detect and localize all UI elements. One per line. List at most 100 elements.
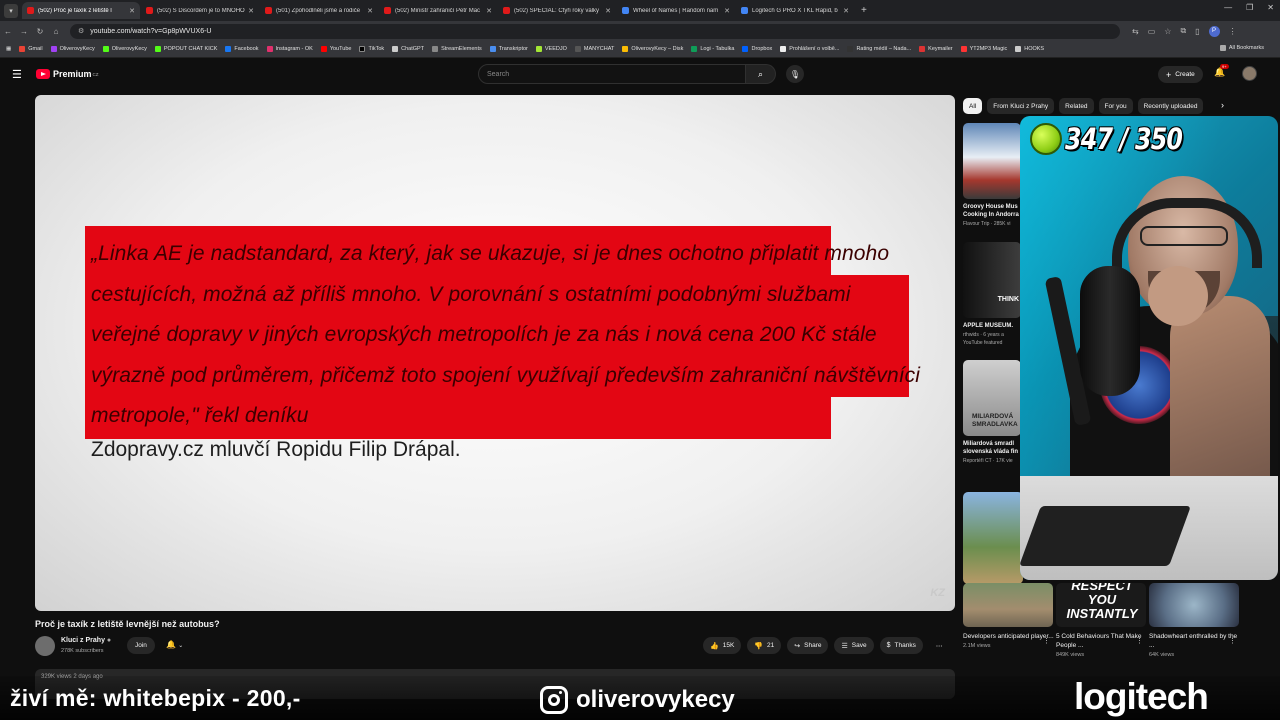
more-actions-button[interactable]: ⋯: [929, 637, 950, 654]
related-video[interactable]: THINK APPLE MUSEUM. rthwids · 6 years a …: [963, 242, 1025, 346]
video-thumbnail: THINK: [963, 242, 1021, 318]
profile-avatar[interactable]: P: [1208, 25, 1220, 37]
microphone: [1080, 266, 1140, 396]
bookmark-item[interactable]: Instagram - OK: [266, 46, 313, 52]
video-player[interactable]: „Linka AE je nadstandard, za který, jak …: [35, 95, 955, 611]
cast-icon[interactable]: ▭: [1148, 27, 1156, 36]
youtube-logo[interactable]: Premium CZ: [36, 69, 99, 79]
bookmark-item[interactable]: VEEDJO: [535, 46, 567, 52]
bookmark-item[interactable]: Facebook: [225, 46, 259, 52]
video-quote-source: Zdopravy.cz mluvčí Ropidu Filip Drápal.: [91, 438, 461, 461]
back-icon[interactable]: ←: [0, 27, 16, 36]
wheel-icon: [622, 7, 629, 14]
video-actions: 👍 15K 👎 21 ↪ Share ☰ Save $ Thanks ⋯: [703, 637, 949, 654]
account-avatar[interactable]: [1242, 66, 1257, 81]
browser-tab[interactable]: Wheel of Names | Random nam ✕: [617, 2, 735, 19]
close-tab-icon[interactable]: ✕: [129, 7, 135, 15]
bookmark-item[interactable]: OliverovyKecy: [102, 46, 147, 52]
close-tab-icon[interactable]: ✕: [486, 7, 492, 15]
join-button[interactable]: Join: [127, 637, 155, 654]
bookmark-star-icon[interactable]: ☆: [1164, 27, 1171, 36]
bookmark-item[interactable]: OliverovyKecy: [50, 46, 95, 52]
all-bookmarks-link[interactable]: All Bookmarks: [1219, 45, 1264, 51]
bookmark-item[interactable]: Prohlášení o volbě...: [780, 46, 839, 52]
video-title: Proč je taxík z letiště levnější než aut…: [35, 619, 220, 629]
webcam-overlay: [1020, 116, 1278, 580]
more-icon[interactable]: ⋮: [1136, 637, 1143, 645]
chip-for-you[interactable]: For you: [1098, 98, 1133, 114]
close-tab-icon[interactable]: ✕: [248, 7, 254, 15]
bookmark-item[interactable]: OliverovyKecy – Disk: [622, 46, 683, 52]
related-video[interactable]: MILIARDOVÁ SMRADLAVKA Miliardová smradl …: [963, 360, 1025, 464]
bookmark-item[interactable]: StreamElements: [432, 46, 482, 52]
minimize-icon[interactable]: —: [1224, 3, 1232, 12]
bookmark-item[interactable]: Gmail: [19, 46, 43, 52]
close-tab-icon[interactable]: ✕: [367, 7, 373, 15]
bookmark-item[interactable]: TikTok: [359, 46, 384, 52]
browser-tab[interactable]: (502) Ministr zahraničí Petr Mac ✕: [379, 2, 497, 19]
short-item[interactable]: Developers anticipated player... 2.1M vi…: [963, 583, 1054, 658]
keyboard: [1020, 506, 1191, 566]
search-input[interactable]: Search: [478, 64, 746, 84]
related-video[interactable]: Groovy House Mus Cooking In Andorra Flav…: [963, 123, 1025, 227]
youtube-play-icon: [36, 69, 50, 79]
translate-icon[interactable]: ⇆: [1132, 27, 1139, 36]
youtube-header: ☰ Premium CZ Search ⌕ 🎙 + Create 🔔 9+: [0, 58, 1280, 90]
bookmark-item[interactable]: Rating médií – Nada...: [847, 46, 911, 52]
create-button[interactable]: + Create: [1158, 66, 1203, 83]
bookmark-item[interactable]: POPOUT CHAT KICK: [154, 46, 217, 52]
forward-icon[interactable]: →: [16, 27, 32, 36]
site-info-icon[interactable]: ⚙: [78, 27, 84, 35]
browser-tab[interactable]: (502) Proč je taxík z letiště l ✕: [22, 2, 140, 19]
url-input[interactable]: ⚙ youtube.com/watch?v=Gp8pWVUX6-U: [70, 23, 1120, 39]
tab-search-button[interactable]: ▾: [4, 3, 18, 18]
notifications-button[interactable]: 🔔 9+: [1214, 64, 1229, 78]
browser-tab[interactable]: (502) S Discordem je to MNOHO ✕: [141, 2, 259, 19]
bookmark-item[interactable]: MANYCHAT: [574, 46, 614, 52]
close-window-icon[interactable]: ✕: [1267, 3, 1274, 12]
close-tab-icon[interactable]: ✕: [724, 7, 730, 15]
bookmark-item[interactable]: YT2MP3 Magic: [960, 46, 1007, 52]
channel-name[interactable]: Kluci z Prahy ●: [61, 637, 111, 644]
short-thumbnail[interactable]: [963, 492, 1023, 584]
close-tab-icon[interactable]: ✕: [843, 7, 849, 15]
save-button[interactable]: ☰ Save: [834, 637, 874, 654]
bookmark-item[interactable]: Dropbox: [742, 46, 772, 52]
browser-menu-icon[interactable]: ⋮: [1229, 27, 1237, 36]
home-icon[interactable]: ⌂: [48, 27, 64, 36]
bookmark-item[interactable]: HOOKS: [1015, 46, 1044, 52]
close-tab-icon[interactable]: ✕: [605, 7, 611, 15]
browser-tab[interactable]: (502) SPECIÁL: Čtyři roky války ✕: [498, 2, 616, 19]
bookmark-item[interactable]: Transkriptor: [489, 46, 528, 52]
short-item[interactable]: Shadowheart enthralled by the ... 64K vi…: [1149, 583, 1240, 658]
maximize-icon[interactable]: ❐: [1246, 3, 1253, 12]
bookmark-item[interactable]: ChatGPT: [392, 46, 424, 52]
chevron-right-icon[interactable]: ›: [1221, 100, 1224, 110]
share-button[interactable]: ↪ Share: [787, 637, 829, 654]
like-button[interactable]: 👍 15K: [703, 637, 742, 654]
bookmark-item[interactable]: Keymailer: [919, 46, 953, 52]
apps-icon[interactable]: ▦: [6, 46, 11, 52]
chip-from-channel[interactable]: From Kluci z Prahy: [987, 98, 1055, 114]
bookmark-item[interactable]: YouTube: [320, 46, 351, 52]
more-icon[interactable]: ⋮: [1043, 637, 1050, 645]
more-icon[interactable]: ⋮: [1229, 637, 1236, 645]
browser-tab[interactable]: Logitech G PRO X TKL Rapid, b ✕: [736, 2, 854, 19]
chip-related[interactable]: Related: [1059, 98, 1094, 114]
reload-icon[interactable]: ↻: [32, 27, 48, 36]
channel-avatar[interactable]: [35, 636, 55, 656]
dislike-button[interactable]: 👎 21: [747, 637, 782, 654]
chip-all[interactable]: All: [963, 98, 983, 114]
bookmark-item[interactable]: Logi - Tabulka: [691, 46, 734, 52]
extensions-icon[interactable]: ⧉: [1180, 26, 1186, 36]
voice-search-button[interactable]: 🎙: [786, 65, 804, 83]
chip-recently-uploaded[interactable]: Recently uploaded: [1137, 98, 1204, 114]
menu-icon[interactable]: ☰: [12, 68, 28, 81]
sidebar-icon[interactable]: ▯: [1195, 27, 1199, 36]
browser-tab[interactable]: (501) Zpohodlněli jsme a rodiče ✕: [260, 2, 378, 19]
subscription-bell-dropdown[interactable]: 🔔 ⌄: [166, 640, 183, 649]
search-button[interactable]: ⌕: [746, 64, 776, 84]
thanks-button[interactable]: $ Thanks: [879, 637, 923, 654]
short-item[interactable]: RESPECT YOU INSTANTLY 5 Cold Behaviours …: [1056, 583, 1147, 658]
new-tab-icon[interactable]: +: [861, 5, 867, 16]
